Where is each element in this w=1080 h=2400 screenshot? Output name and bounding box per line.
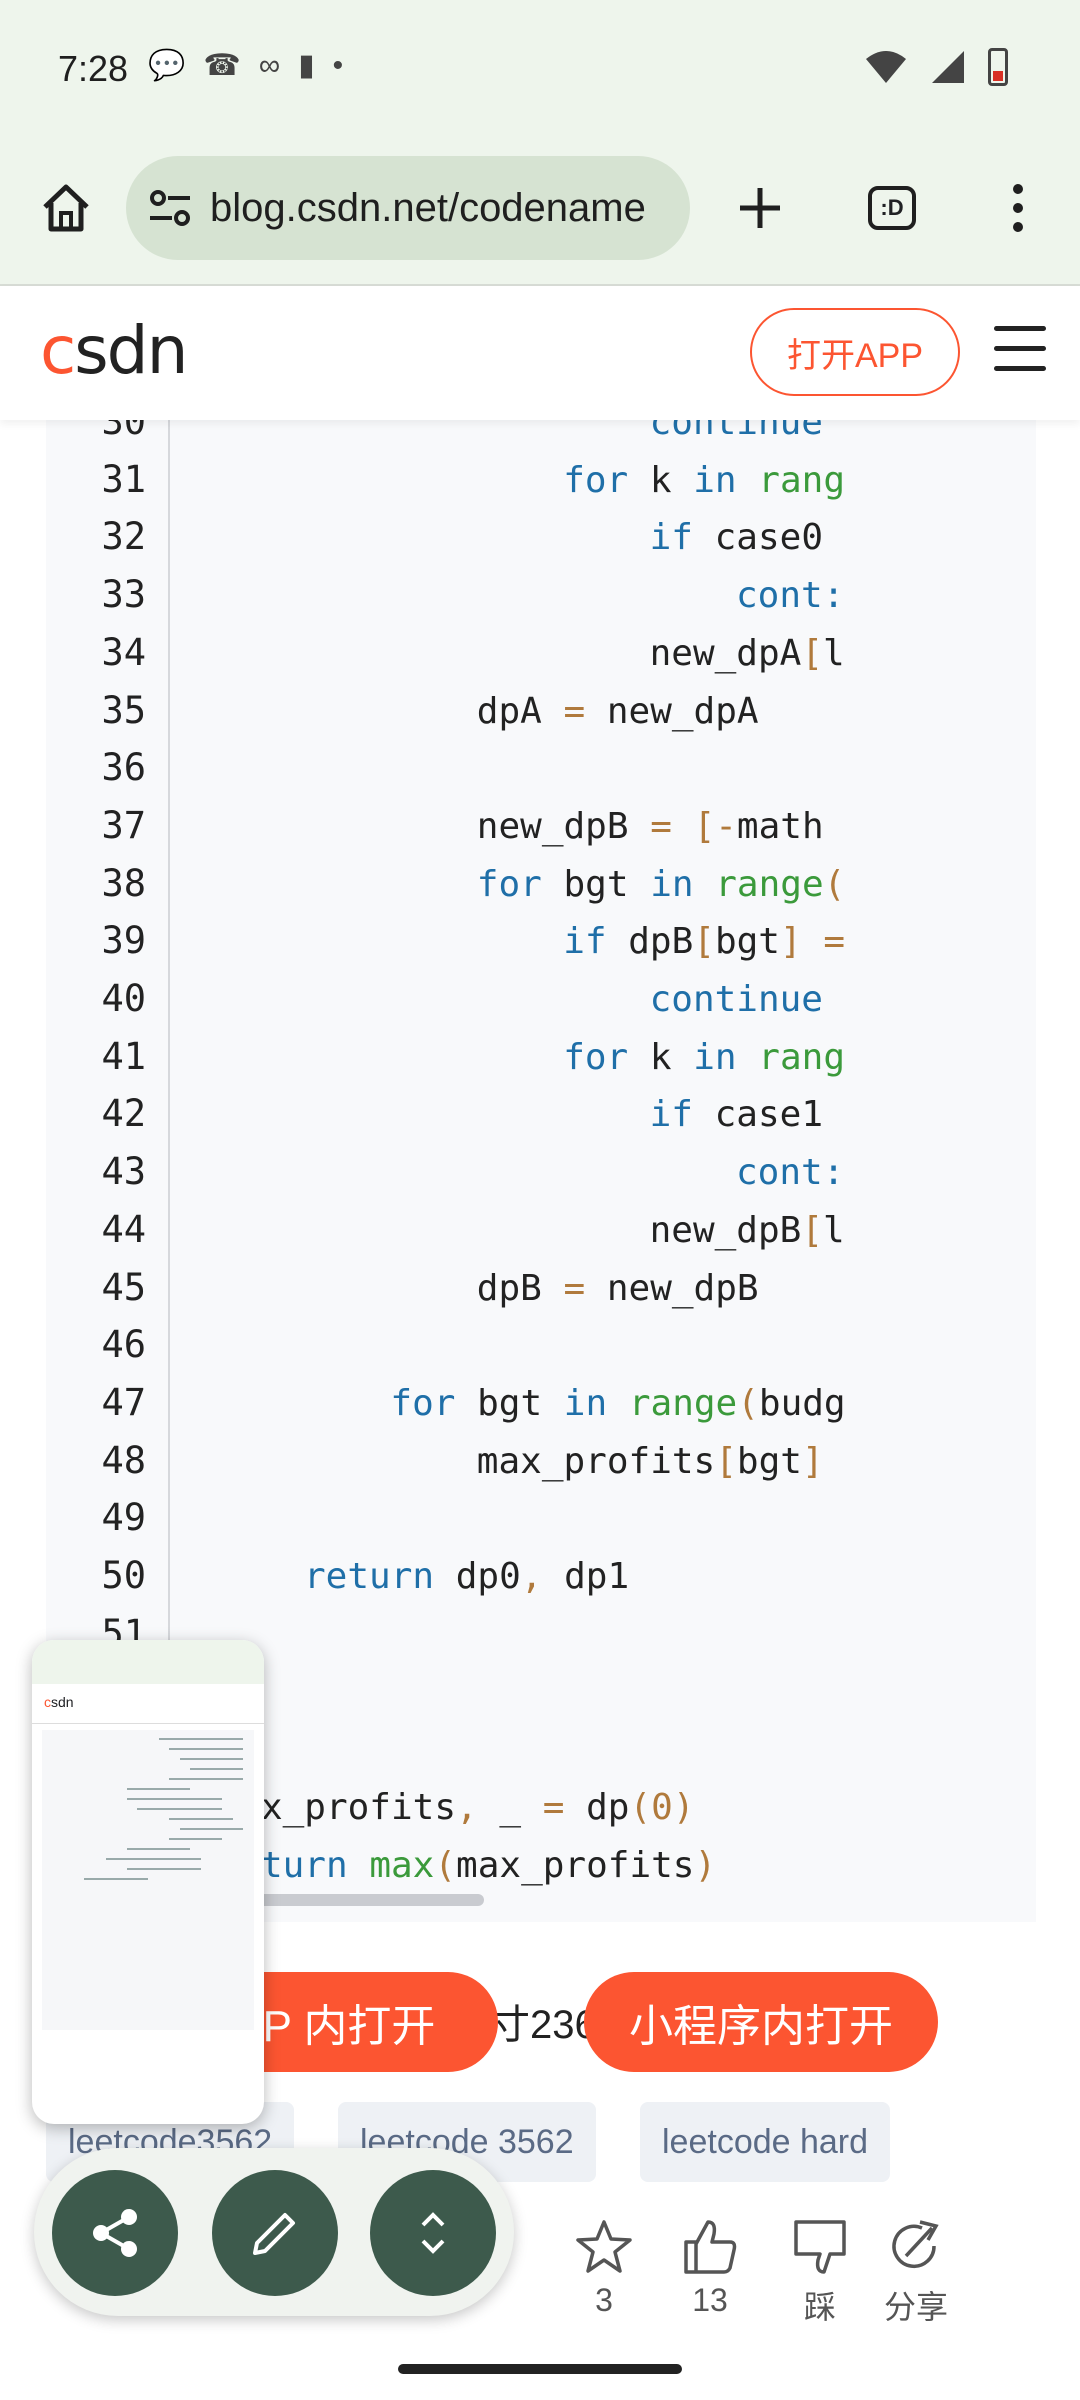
code-line: return dp0, dp1 (304, 1556, 630, 1597)
battery-icon (988, 48, 1008, 86)
code-line: cont: (736, 575, 845, 617)
code-line: for k in rang (563, 1036, 845, 1078)
floating-action-panel (34, 2148, 514, 2316)
line-number: 33 (101, 573, 146, 617)
code-line: for bgt in range(budg (390, 1382, 846, 1424)
line-number: 47 (101, 1380, 146, 1424)
line-number: 36 (101, 746, 146, 790)
hamburger-menu-icon[interactable] (994, 326, 1046, 376)
notification-icons: 💬 ☎ ∞ ▮ • (148, 48, 343, 83)
code-line: continue (649, 979, 823, 1020)
plus-icon (740, 188, 780, 228)
more-vert-icon (1013, 184, 1023, 232)
share-action[interactable]: 分享 (884, 2218, 948, 2328)
home-icon (43, 184, 89, 232)
line-number: 42 (101, 1092, 146, 1136)
line-number: 32 (101, 515, 146, 559)
code-line: for k in rang (563, 459, 845, 501)
share-nodes-icon (93, 2209, 137, 2257)
line-number: 34 (101, 630, 146, 674)
miniprogram-open-button[interactable]: 小程序内打开 (584, 1972, 938, 2072)
code-line: dpB = new_dpB (476, 1267, 759, 1309)
home-button[interactable] (26, 168, 106, 248)
share-label: 分享 (884, 2289, 949, 2325)
line-number: 35 (101, 688, 146, 732)
code-line: if case0 (649, 517, 823, 559)
new-tab-button[interactable] (720, 168, 800, 248)
code-line: continue (649, 420, 823, 443)
thumbnail-code (42, 1730, 254, 2030)
csdn-logo[interactable]: csdn (40, 312, 188, 389)
line-number: 38 (101, 861, 146, 905)
line-number: 45 (101, 1265, 146, 1309)
thumbnail-header: csdn (32, 1684, 264, 1724)
code-line: max_profits, _ = dp(0) (217, 1786, 695, 1828)
favorite-count: 3 (595, 2282, 613, 2318)
code-line: if case1 (649, 1094, 823, 1136)
browser-toolbar: blog.csdn.net/codename :D (0, 140, 1080, 286)
battery-saver-icon: ▮ (298, 49, 315, 82)
like-action[interactable]: 13 (680, 2218, 740, 2319)
address-bar[interactable]: blog.csdn.net/codename (126, 156, 690, 260)
like-count: 13 (692, 2282, 728, 2318)
dislike-action[interactable]: 踩 (790, 2218, 850, 2328)
csdn-header: csdn 打开APP (0, 286, 1080, 420)
code-line: new_dpB = [-math (476, 805, 824, 847)
line-number: 30 (101, 420, 146, 443)
missed-call-icon: ☎ (203, 49, 241, 82)
code-line: dpA = new_dpA (476, 690, 759, 732)
dislike-label: 踩 (803, 2289, 836, 2325)
code-horizontal-scrollbar[interactable] (226, 1894, 484, 1906)
pencil-icon (253, 2213, 295, 2255)
line-number: 48 (101, 1438, 146, 1482)
code-line: new_dpA[l (649, 632, 845, 674)
url-text: blog.csdn.net/codename (210, 185, 646, 230)
code-line: cont: (736, 1152, 845, 1194)
line-number: 46 (101, 1323, 146, 1367)
wifi-icon (866, 51, 906, 83)
line-number: 49 (101, 1496, 146, 1540)
favorite-action[interactable]: 3 (574, 2218, 634, 2319)
thumbs-up-icon (684, 2220, 737, 2274)
code-line: return max(max_profits) (217, 1844, 717, 1886)
overflow-menu-button[interactable] (978, 168, 1058, 248)
line-number: 43 (101, 1150, 146, 1194)
unfold-icon (421, 2212, 445, 2254)
thumbnail-statusbar (32, 1640, 264, 1684)
open-app-button[interactable]: 打开APP (750, 308, 960, 396)
more-dot-icon: • (332, 48, 344, 82)
site-settings-icon[interactable] (148, 188, 192, 228)
chat-icon: 💬 (148, 49, 186, 82)
share-fab[interactable] (52, 2170, 178, 2296)
star-icon (576, 2220, 632, 2273)
code-line: new_dpB[l (649, 1209, 845, 1251)
line-number: 31 (101, 457, 146, 501)
status-time: 7:28 (58, 48, 129, 89)
system-icons (864, 48, 1008, 86)
code-line: max_profits[bgt] (476, 1440, 824, 1482)
tab-count-badge: :D (868, 186, 916, 230)
line-number: 39 (101, 919, 146, 963)
voicemail-icon: ∞ (258, 48, 281, 82)
line-number: 41 (101, 1034, 146, 1078)
edit-fab[interactable] (212, 2170, 338, 2296)
thumbs-down-icon (794, 2220, 846, 2274)
line-number: 40 (101, 977, 146, 1020)
gesture-home-indicator[interactable] (398, 2364, 682, 2374)
logo-c: c (40, 312, 76, 389)
signal-icon (932, 51, 964, 83)
status-bar: 7:28 💬 ☎ ∞ ▮ • (0, 0, 1080, 140)
code-line: if dpB[bgt] = (563, 921, 846, 963)
logo-rest: sdn (74, 312, 188, 389)
code-line: for bgt in range( (476, 863, 846, 905)
tag-item[interactable]: leetcode hard (640, 2102, 891, 2182)
line-number: 44 (101, 1207, 146, 1251)
line-number: 50 (101, 1554, 146, 1597)
line-number: 37 (101, 803, 146, 847)
share-arrow-icon (892, 2220, 939, 2269)
expand-fab[interactable] (370, 2170, 496, 2296)
tab-switcher-button[interactable]: :D (852, 168, 932, 248)
tab-preview-thumbnail[interactable]: csdn (32, 1640, 264, 2124)
